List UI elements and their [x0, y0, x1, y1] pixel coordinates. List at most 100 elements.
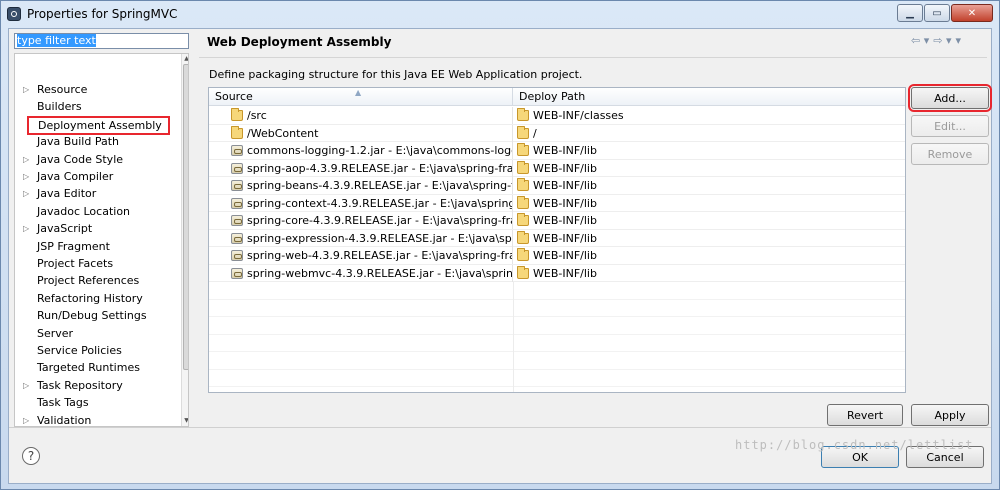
- jar-icon: [231, 250, 243, 261]
- remove-button[interactable]: Remove: [911, 143, 989, 165]
- jar-icon: [231, 215, 243, 226]
- source-text: spring-aop-4.3.9.RELEASE.jar - E:\java\s…: [247, 161, 513, 175]
- deploy-path-text: WEB-INF/lib: [533, 161, 597, 175]
- folder-icon: [517, 248, 529, 261]
- sidebar-item[interactable]: Javadoc Location: [15, 203, 179, 221]
- minimize-button[interactable]: ▁: [897, 4, 923, 22]
- table-row[interactable]: /WebContent /: [209, 124, 905, 142]
- source-text: /WebContent: [247, 126, 319, 140]
- scroll-up-arrow-icon[interactable]: ▲: [183, 55, 188, 63]
- source-text: spring-web-4.3.9.RELEASE.jar - E:\java\s…: [247, 249, 513, 262]
- deploy-path-cell: WEB-INF/lib: [514, 265, 904, 282]
- add-button[interactable]: Add...: [908, 84, 992, 112]
- folder-icon: [517, 195, 529, 209]
- sidebar-item[interactable]: Service Policies: [15, 342, 179, 360]
- sidebar-item-label: Task Tags: [37, 396, 89, 410]
- assembly-table[interactable]: Source ▲ Deploy Path /src WEB-INF/classes…: [208, 87, 906, 393]
- jar-icon: [231, 162, 243, 174]
- expand-arrow-icon[interactable]: ▷: [23, 220, 31, 238]
- table-row[interactable]: /src WEB-INF/classes: [209, 107, 905, 125]
- sidebar-item[interactable]: Refactoring History: [15, 290, 179, 308]
- empty-row: [209, 334, 905, 352]
- sidebar-item[interactable]: ▷ JavaScript: [15, 220, 179, 238]
- expand-arrow-icon[interactable]: ▷: [23, 168, 31, 186]
- sidebar-item[interactable]: Task Tags: [15, 394, 179, 412]
- property-pages-tree[interactable]: ▲ ▼ ▷ Resource Builders Deployment Assembly…: [14, 53, 189, 427]
- table-row[interactable]: spring-webmvc-4.3.9.RELEASE.jar - E:\jav…: [209, 264, 905, 282]
- sidebar-item[interactable]: Run/Debug Settings: [15, 307, 179, 325]
- table-header: Source ▲ Deploy Path: [209, 88, 905, 106]
- close-button[interactable]: ✕: [951, 4, 993, 22]
- sidebar-item[interactable]: ▷ Validation: [15, 412, 179, 427]
- source-cell: spring-web-4.3.9.RELEASE.jar - E:\java\s…: [209, 247, 513, 264]
- sidebar-item[interactable]: JSP Fragment: [15, 238, 179, 256]
- sidebar-item[interactable]: Project Facets: [15, 255, 179, 273]
- source-text: spring-context-4.3.9.RELEASE.jar - E:\ja…: [247, 196, 513, 210]
- scroll-thumb[interactable]: [183, 64, 188, 370]
- sidebar-item[interactable]: Deployment Assembly: [15, 115, 179, 135]
- tree-scrollbar[interactable]: ▲ ▼: [181, 54, 188, 426]
- edit-button[interactable]: Edit...: [911, 115, 989, 137]
- view-menu-icon[interactable]: ▾: [956, 34, 962, 47]
- table-row[interactable]: spring-beans-4.3.9.RELEASE.jar - E:\java…: [209, 177, 905, 195]
- table-row[interactable]: commons-logging-1.2.jar - E:\java\common…: [209, 142, 905, 160]
- help-icon[interactable]: ?: [22, 447, 40, 465]
- filter-text: type filter text: [17, 34, 96, 47]
- filter-input[interactable]: type filter text: [14, 33, 189, 49]
- sidebar-item[interactable]: ▷ Resource: [15, 81, 179, 99]
- column-header-deploy-path[interactable]: Deploy Path: [513, 88, 905, 106]
- sidebar-item-label: Java Code Style: [37, 152, 124, 166]
- deploy-path-cell: WEB-INF/lib: [514, 212, 904, 229]
- forward-arrow-icon[interactable]: ⇨ ▾: [933, 34, 951, 47]
- table-row[interactable]: spring-web-4.3.9.RELEASE.jar - E:\java\s…: [209, 247, 905, 265]
- revert-button[interactable]: Revert: [827, 404, 903, 426]
- jar-icon: [231, 267, 243, 279]
- column-header-source-label: Source: [215, 90, 253, 103]
- title-bar[interactable]: Properties for SpringMVC ▁ ▭ ✕: [1, 1, 999, 27]
- sidebar-item[interactable]: ▷ Task Repository: [15, 377, 179, 395]
- sidebar-item-label: Validation: [37, 413, 92, 427]
- expand-arrow-icon[interactable]: ▷: [23, 377, 31, 395]
- deploy-path-cell: WEB-INF/classes: [514, 107, 904, 124]
- sidebar-item[interactable]: Builders: [15, 98, 179, 116]
- deploy-path-text: WEB-INF/classes: [533, 109, 624, 122]
- expand-arrow-icon[interactable]: ▷: [23, 81, 31, 99]
- sidebar-item[interactable]: ▷ Java Editor: [15, 185, 179, 203]
- column-header-source[interactable]: Source ▲: [209, 88, 513, 106]
- sidebar-item[interactable]: ▷ Java Code Style: [15, 151, 179, 169]
- sidebar-item-label: Builders: [37, 100, 82, 114]
- sidebar-item-label: Service Policies: [37, 344, 122, 357]
- sidebar-item[interactable]: ▷ Java Compiler: [15, 168, 179, 186]
- expand-arrow-icon[interactable]: ▷: [23, 185, 31, 203]
- source-text: spring-core-4.3.9.RELEASE.jar - E:\java\…: [247, 214, 513, 227]
- source-cell: spring-core-4.3.9.RELEASE.jar - E:\java\…: [209, 212, 513, 229]
- source-cell: spring-aop-4.3.9.RELEASE.jar - E:\java\s…: [209, 159, 513, 177]
- apply-button[interactable]: Apply: [911, 404, 989, 426]
- expand-arrow-icon[interactable]: ▷: [23, 151, 31, 169]
- empty-row: [209, 387, 905, 392]
- sidebar-item[interactable]: Java Build Path: [15, 133, 179, 151]
- page-navigation: ⇦ ▾ ⇨ ▾ ▾: [911, 34, 961, 47]
- deploy-path-text: /: [533, 126, 537, 140]
- sidebar-item-label: Project References: [37, 274, 140, 288]
- table-row[interactable]: spring-context-4.3.9.RELEASE.jar - E:\ja…: [209, 194, 905, 212]
- deploy-path-text: WEB-INF/lib: [533, 249, 597, 262]
- back-arrow-icon[interactable]: ⇦ ▾: [911, 34, 929, 47]
- sidebar-item[interactable]: Server: [15, 325, 179, 343]
- sidebar-item-label: Refactoring History: [37, 291, 143, 305]
- page-title: Web Deployment Assembly: [207, 35, 392, 49]
- scroll-down-arrow-icon[interactable]: ▼: [183, 417, 188, 425]
- divider: [9, 427, 991, 428]
- jar-icon: [231, 145, 243, 156]
- properties-dialog: Properties for SpringMVC ▁ ▭ ✕ type filt…: [0, 0, 1000, 490]
- sidebar-item[interactable]: Targeted Runtimes: [15, 359, 179, 377]
- table-row[interactable]: spring-expression-4.3.9.RELEASE.jar - E:…: [209, 229, 905, 247]
- deploy-path-text: WEB-INF/lib: [533, 144, 597, 157]
- table-row[interactable]: spring-core-4.3.9.RELEASE.jar - E:\java\…: [209, 212, 905, 230]
- expand-arrow-icon[interactable]: ▷: [23, 412, 31, 426]
- table-row[interactable]: spring-aop-4.3.9.RELEASE.jar - E:\java\s…: [209, 159, 905, 177]
- source-cell: spring-beans-4.3.9.RELEASE.jar - E:\java…: [209, 177, 513, 194]
- sidebar-item[interactable]: Project References: [15, 272, 179, 290]
- maximize-button[interactable]: ▭: [924, 4, 950, 22]
- page-description: Define packaging structure for this Java…: [209, 68, 583, 81]
